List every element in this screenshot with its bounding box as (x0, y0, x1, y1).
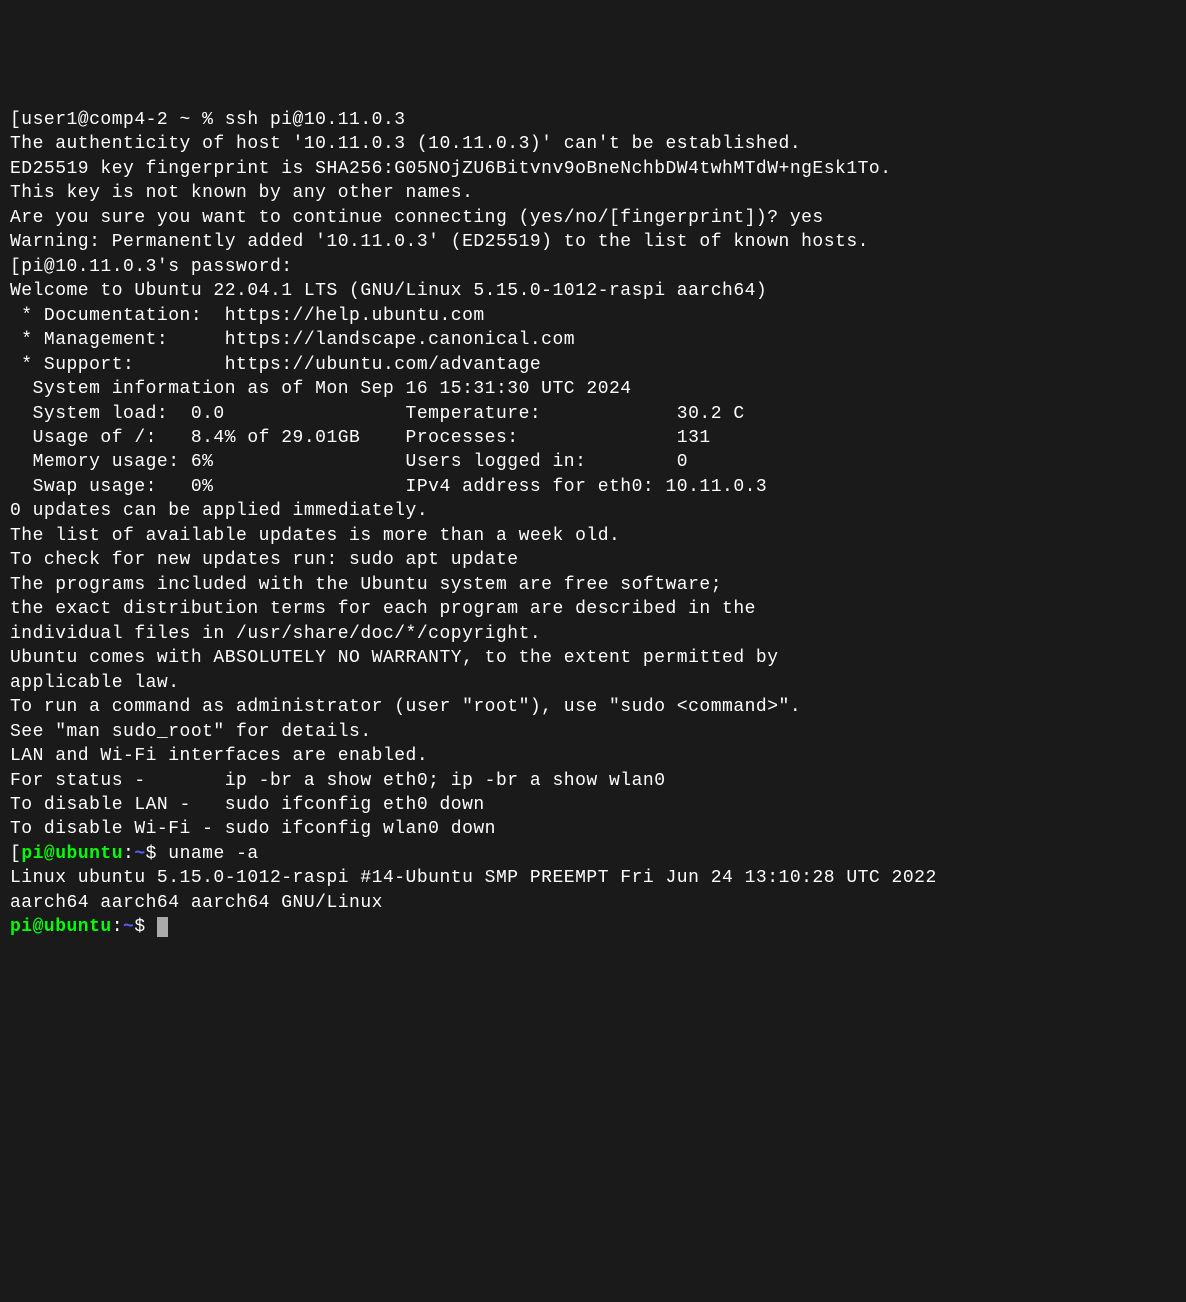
path: ~ (123, 917, 134, 937)
user-host: pi@ubuntu (10, 917, 112, 937)
colon: : (112, 917, 123, 937)
terminal-line: applicable law. (10, 671, 1176, 695)
terminal-line: Are you sure you want to continue connec… (10, 206, 1176, 230)
terminal-line: ED25519 key fingerprint is SHA256:G05NOj… (10, 157, 1176, 181)
terminal-line: * Documentation: https://help.ubuntu.com (10, 304, 1176, 328)
terminal-line: * Management: https://landscape.canonica… (10, 328, 1176, 352)
user-host: pi@ubuntu (21, 844, 123, 864)
cursor-icon (157, 917, 168, 937)
command-text: uname -a (168, 844, 258, 864)
terminal-line: * Support: https://ubuntu.com/advantage (10, 353, 1176, 377)
terminal-line: The programs included with the Ubuntu sy… (10, 573, 1176, 597)
terminal-line: System load: 0.0 Temperature: 30.2 C (10, 402, 1176, 426)
terminal-line: [user1@comp4-2 ~ % ssh pi@10.11.0.3 (10, 108, 1176, 132)
terminal-line: 0 updates can be applied immediately. (10, 499, 1176, 523)
terminal-line: Swap usage: 0% IPv4 address for eth0: 10… (10, 475, 1176, 499)
terminal-line: the exact distribution terms for each pr… (10, 597, 1176, 621)
bracket-open: [ (10, 844, 21, 864)
terminal-line: Ubuntu comes with ABSOLUTELY NO WARRANTY… (10, 646, 1176, 670)
output-line: aarch64 aarch64 aarch64 GNU/Linux (10, 891, 1176, 915)
terminal-line: Warning: Permanently added '10.11.0.3' (… (10, 230, 1176, 254)
prompt-line: [pi@ubuntu:~$ uname -a (10, 842, 1176, 866)
terminal-line: The list of available updates is more th… (10, 524, 1176, 548)
dollar: $ (146, 844, 169, 864)
terminal-line: individual files in /usr/share/doc/*/cop… (10, 622, 1176, 646)
terminal-line: To check for new updates run: sudo apt u… (10, 548, 1176, 572)
path: ~ (134, 844, 145, 864)
terminal-line: To disable LAN - sudo ifconfig eth0 down (10, 793, 1176, 817)
terminal-line: To run a command as administrator (user … (10, 695, 1176, 719)
terminal-window[interactable]: [user1@comp4-2 ~ % ssh pi@10.11.0.3The a… (10, 108, 1176, 940)
dollar: $ (134, 917, 157, 937)
terminal-line: [pi@10.11.0.3's password: (10, 255, 1176, 279)
terminal-line: Memory usage: 6% Users logged in: 0 (10, 450, 1176, 474)
terminal-line: LAN and Wi-Fi interfaces are enabled. (10, 744, 1176, 768)
terminal-line: See "man sudo_root" for details. (10, 720, 1176, 744)
terminal-line: Welcome to Ubuntu 22.04.1 LTS (GNU/Linux… (10, 279, 1176, 303)
terminal-line: Usage of /: 8.4% of 29.01GB Processes: 1… (10, 426, 1176, 450)
terminal-line: System information as of Mon Sep 16 15:3… (10, 377, 1176, 401)
prompt-line[interactable]: pi@ubuntu:~$ (10, 915, 1176, 939)
terminal-line: For status - ip -br a show eth0; ip -br … (10, 769, 1176, 793)
terminal-line: To disable Wi-Fi - sudo ifconfig wlan0 d… (10, 817, 1176, 841)
terminal-line: The authenticity of host '10.11.0.3 (10.… (10, 132, 1176, 156)
output-line: Linux ubuntu 5.15.0-1012-raspi #14-Ubunt… (10, 866, 1176, 890)
colon: : (123, 844, 134, 864)
terminal-line: This key is not known by any other names… (10, 181, 1176, 205)
